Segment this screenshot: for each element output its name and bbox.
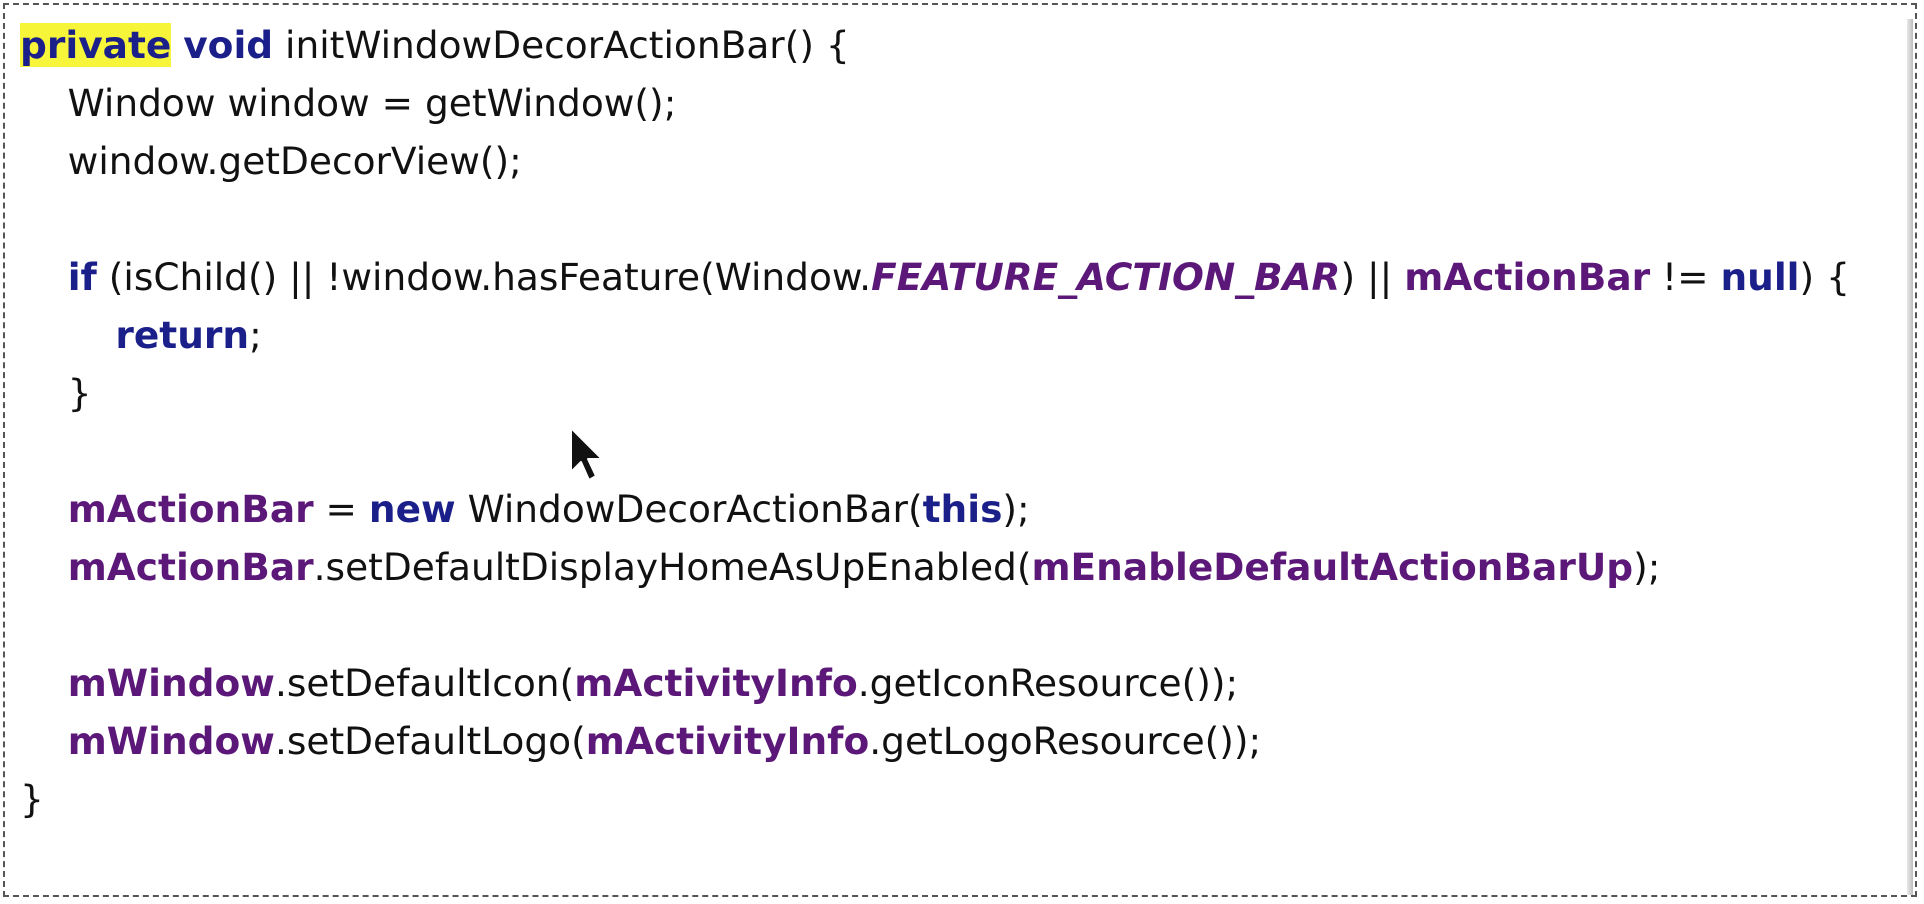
code-keyword: void [183,23,274,67]
code-field: mActivityInfo [585,719,870,763]
code-text: .setDefaultLogo( [274,719,586,763]
code-line: } [20,771,44,827]
code-line: if (isChild() || !window.hasFeature(Wind… [20,249,1850,305]
code-text: .setDefaultDisplayHomeAsUpEnabled( [313,545,1032,589]
code-line: window.getDecorView(); [20,133,522,189]
code-keyword: return [115,313,250,357]
code-text: .getLogoResource()); [869,719,1262,763]
code-field: mEnableDefaultActionBarUp [1031,545,1634,589]
code-keyword: null [1720,255,1800,299]
code-field: mActionBar [67,487,314,531]
code-text: != [1650,255,1721,299]
code-line: } [20,365,92,421]
code-text: ); [1002,487,1030,531]
code-field: mActionBar [1404,255,1651,299]
mouse-pointer-icon [570,427,603,481]
code-text: Window window = getWindow(); [20,81,677,125]
code-text: (isChild() || !window.hasFeature(Window. [96,255,872,299]
frame-right-edge [1907,19,1913,895]
code-line: return; [20,307,262,363]
code-static-field: FEATURE_ACTION_BAR [871,255,1341,299]
code-text: } [20,777,44,821]
code-keyword: this [922,487,1003,531]
code-text: .getIconResource()); [857,661,1239,705]
code-field: mWindow [67,661,275,705]
code-text: initWindowDecorActionBar() { [273,23,850,67]
code-field: mWindow [67,719,275,763]
code-text: .setDefaultIcon( [274,661,575,705]
code-line: mWindow.setDefaultLogo(mActivityInfo.get… [20,713,1262,769]
code-text: ) || [1340,255,1405,299]
code-text: } [20,371,92,415]
code-text: ; [249,313,262,357]
code-text: ) { [1799,255,1850,299]
code-keyword: new [368,487,456,531]
code-snippet-frame: private void initWindowDecorActionBar() … [3,3,1917,897]
code-text: window.getDecorView(); [20,139,522,183]
code-field: mActivityInfo [574,661,858,705]
code-line: Window window = getWindow(); [20,75,677,131]
code-field: mActionBar [67,545,314,589]
code-keyword: private [20,23,172,67]
code-text: WindowDecorActionBar( [455,487,923,531]
code-line: mActionBar = new WindowDecorActionBar(th… [20,481,1030,537]
code-line: mWindow.setDefaultIcon(mActivityInfo.get… [20,655,1238,711]
code-text: ); [1633,545,1661,589]
code-text: = [313,487,369,531]
code-line: mActionBar.setDefaultDisplayHomeAsUpEnab… [20,539,1661,595]
code-keyword: if [67,255,97,299]
code-line: private void initWindowDecorActionBar() … [20,17,850,73]
